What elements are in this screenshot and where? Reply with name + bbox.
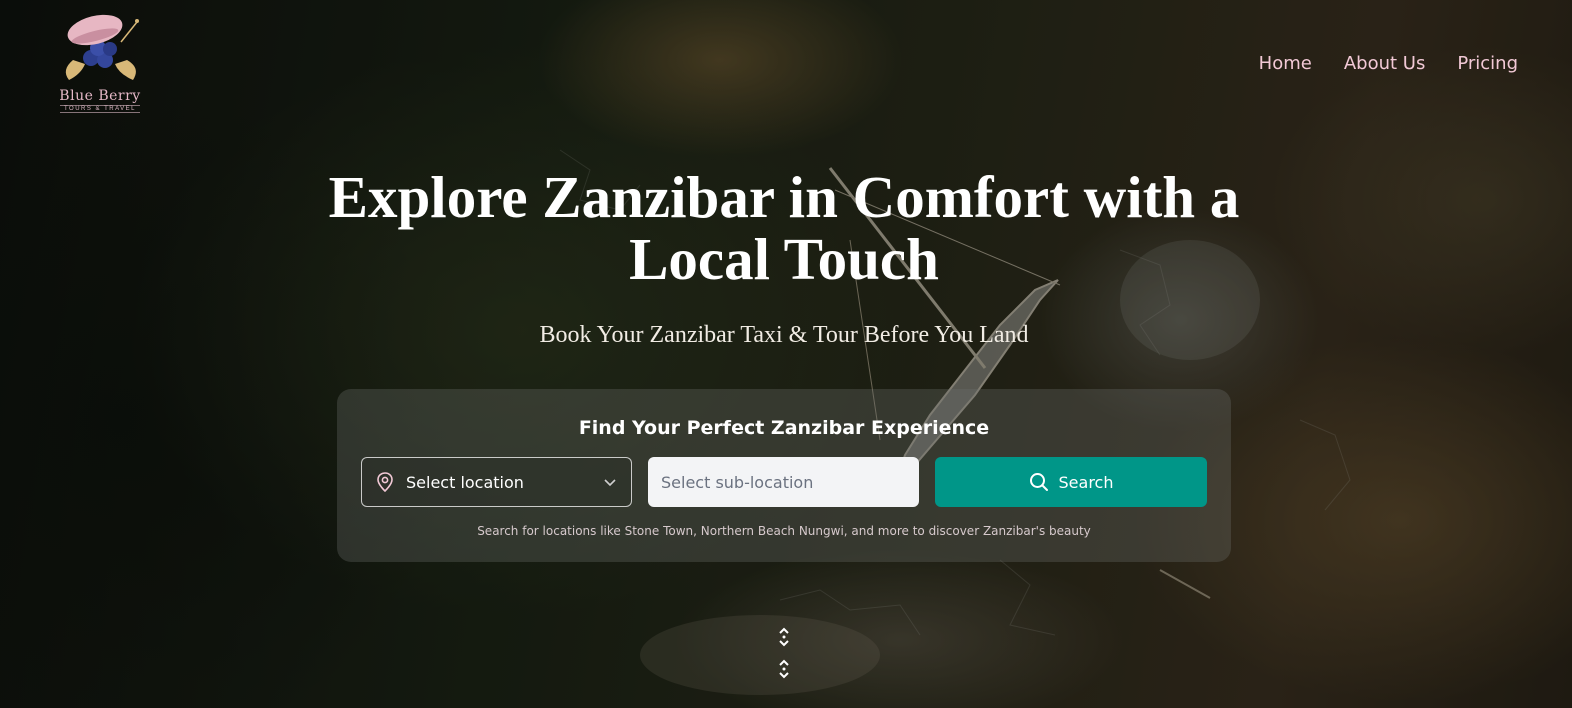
search-card: Find Your Perfect Zanzibar Experience Se… [337,389,1231,562]
search-card-title: Find Your Perfect Zanzibar Experience [578,417,990,439]
sublocation-input[interactable] [648,457,919,507]
brand-tagline: TOURS & TRAVEL [59,105,140,113]
chevron-down-icon [604,479,616,487]
scroll-arrows-icon [779,627,789,647]
nav-link-pricing[interactable]: Pricing [1457,53,1518,74]
location-select[interactable]: Select location [361,457,632,507]
search-icon [1029,473,1048,491]
brand-logo[interactable]: Blue Berry TOURS & TRAVEL [48,8,152,120]
search-hint: Search for locations like Stone Town, No… [477,524,1091,538]
hero-title: Explore Zanzibar in Comfort with a Local… [284,166,1284,290]
hero-title-line-1: Explore Zanzibar in Comfort with a [328,164,1240,230]
search-button-label: Search [1058,472,1114,492]
hero-overlay [0,0,1572,708]
nav-link-about-us[interactable]: About Us [1344,53,1426,74]
scroll-arrows-icon [779,659,789,679]
brand-name: Blue Berry [59,88,141,104]
map-pin-icon [377,472,393,492]
main-nav: Home About Us Pricing [1259,53,1518,74]
beret-blueberry-icon [65,14,139,80]
search-button[interactable]: Search [935,457,1207,507]
hero-title-line-2: Local Touch [629,226,939,292]
location-select-value: Select location [406,472,524,492]
nav-link-home[interactable]: Home [1259,53,1312,74]
scroll-indicator[interactable] [775,626,793,684]
hero-subtitle: Book Your Zanzibar Taxi & Tour Before Yo… [539,322,1029,348]
